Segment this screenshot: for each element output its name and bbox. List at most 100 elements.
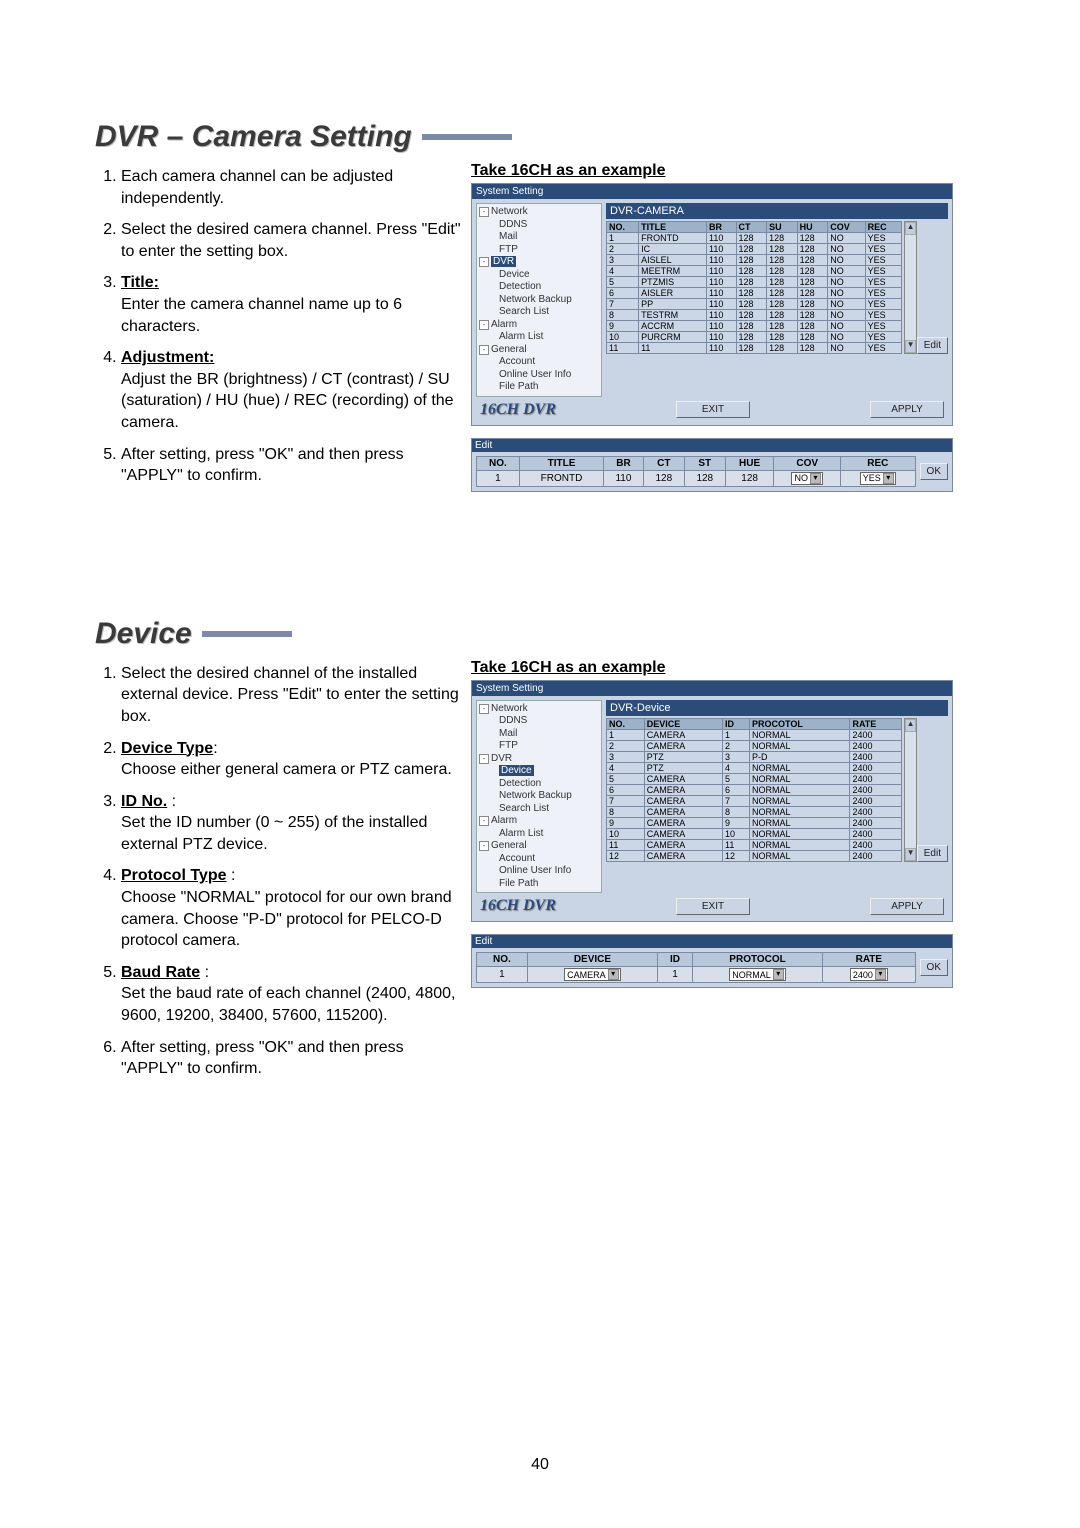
chevron-down-icon[interactable]: ▾ (773, 969, 784, 980)
tree-alarm[interactable]: Alarm (491, 319, 517, 330)
tree-mail[interactable]: Mail (479, 231, 599, 244)
col-no[interactable]: NO. (607, 222, 639, 233)
tree-filepath[interactable]: File Path (479, 381, 599, 394)
expand-icon[interactable]: - (479, 816, 489, 826)
edit-title-val[interactable]: FRONTD (519, 470, 603, 486)
expand-icon[interactable]: - (479, 207, 489, 217)
table-row[interactable]: 10PURCRM110128128128NOYES (607, 332, 902, 343)
col-rate[interactable]: RATE (850, 718, 902, 729)
edit-id[interactable]: 1 (658, 967, 693, 983)
col-device[interactable]: DEVICE (644, 718, 722, 729)
expand-icon[interactable]: - (479, 320, 489, 330)
tree-alarmlist[interactable]: Alarm List (479, 331, 599, 344)
tree-ddns[interactable]: DDNS (479, 715, 599, 728)
table-row[interactable]: 11CAMERA11NORMAL2400 (607, 839, 902, 850)
tree-networkbackup[interactable]: Network Backup (479, 294, 599, 307)
rec-dropdown[interactable]: YES ▾ (860, 472, 896, 485)
table-row[interactable]: 4PTZ4NORMAL2400 (607, 762, 902, 773)
exit-button[interactable]: EXIT (676, 401, 750, 418)
chevron-down-icon[interactable]: ▾ (883, 473, 894, 484)
expand-icon[interactable]: - (479, 345, 489, 355)
tree-dvr[interactable]: DVR (491, 256, 516, 267)
tree-general[interactable]: General (491, 344, 527, 355)
tree-network[interactable]: Network (491, 703, 528, 714)
table-row[interactable]: 5CAMERA5NORMAL2400 (607, 773, 902, 784)
tree-alarmlist[interactable]: Alarm List (479, 828, 599, 841)
tree-searchlist[interactable]: Search List (479, 306, 599, 319)
vertical-scrollbar[interactable]: ▲ ▼ (904, 718, 916, 862)
table-row[interactable]: 7PP110128128128NOYES (607, 299, 902, 310)
chevron-down-icon[interactable]: ▾ (810, 473, 821, 484)
tree-mail[interactable]: Mail (479, 728, 599, 741)
col-proto[interactable]: PROCOTOL (750, 718, 850, 729)
table-row[interactable]: 9CAMERA9NORMAL2400 (607, 817, 902, 828)
col-cov[interactable]: COV (828, 222, 865, 233)
col-su[interactable]: SU (767, 222, 798, 233)
edit-device[interactable]: CAMERA ▾ (527, 967, 657, 983)
tree-filepath[interactable]: File Path (479, 878, 599, 891)
edit-br[interactable]: 110 (604, 470, 644, 486)
chevron-down-icon[interactable]: ▾ (608, 969, 619, 980)
expand-icon[interactable]: - (479, 704, 489, 714)
scroll-down-icon[interactable]: ▼ (905, 848, 915, 861)
col-id[interactable]: ID (723, 718, 750, 729)
scroll-up-icon[interactable]: ▲ (905, 719, 915, 732)
col-br[interactable]: BR (707, 222, 737, 233)
edit-button[interactable]: Edit (917, 845, 948, 862)
tree-detection[interactable]: Detection (479, 281, 599, 294)
apply-button[interactable]: APPLY (870, 898, 944, 915)
tree-online[interactable]: Online User Info (479, 369, 599, 382)
tree-device[interactable]: Device (479, 269, 599, 282)
expand-icon[interactable]: - (479, 257, 489, 267)
tree-detection[interactable]: Detection (479, 778, 599, 791)
nav-tree[interactable]: -Network DDNS Mail FTP -DVR Device Detec… (476, 203, 602, 397)
table-row[interactable]: 1111110128128128NOYES (607, 343, 902, 354)
table-row[interactable]: 6CAMERA6NORMAL2400 (607, 784, 902, 795)
table-row[interactable]: 10CAMERA10NORMAL2400 (607, 828, 902, 839)
scroll-up-icon[interactable]: ▲ (905, 222, 915, 235)
table-row[interactable]: 12CAMERA12NORMAL2400 (607, 850, 902, 861)
table-row[interactable]: 9ACCRM110128128128NOYES (607, 321, 902, 332)
tree-alarm[interactable]: Alarm (491, 815, 517, 826)
table-row[interactable]: 8TESTRM110128128128NOYES (607, 310, 902, 321)
tree-account[interactable]: Account (479, 853, 599, 866)
cov-dropdown[interactable]: NO ▾ (791, 472, 823, 485)
edit-button[interactable]: Edit (917, 337, 948, 354)
col-ct[interactable]: CT (736, 222, 767, 233)
device-table[interactable]: NO. DEVICE ID PROCOTOL RATE 1CAMERA1NORM… (606, 718, 902, 862)
col-title[interactable]: TITLE (639, 222, 707, 233)
col-no[interactable]: NO. (607, 718, 645, 729)
ok-button[interactable]: OK (920, 959, 948, 976)
tree-ftp[interactable]: FTP (479, 740, 599, 753)
tree-dvr[interactable]: DVR (491, 753, 512, 764)
table-row[interactable]: 3PTZ3P-D2400 (607, 751, 902, 762)
tree-device[interactable]: Device (499, 765, 534, 776)
apply-button[interactable]: APPLY (870, 401, 944, 418)
edit-cov[interactable]: NO ▾ (774, 470, 841, 486)
col-rec[interactable]: REC (865, 222, 902, 233)
tree-ftp[interactable]: FTP (479, 244, 599, 257)
table-row[interactable]: 8CAMERA8NORMAL2400 (607, 806, 902, 817)
tree-networkbackup[interactable]: Network Backup (479, 790, 599, 803)
edit-hue[interactable]: 128 (725, 470, 774, 486)
edit-rate[interactable]: 2400 ▾ (823, 967, 915, 983)
table-row[interactable]: 7CAMERA7NORMAL2400 (607, 795, 902, 806)
edit-st[interactable]: 128 (684, 470, 725, 486)
table-row[interactable]: 2CAMERA2NORMAL2400 (607, 740, 902, 751)
edit-ct[interactable]: 128 (643, 470, 684, 486)
expand-icon[interactable]: - (479, 754, 489, 764)
tree-ddns[interactable]: DDNS (479, 219, 599, 232)
ok-button[interactable]: OK (920, 463, 948, 480)
camera-table[interactable]: NO. TITLE BR CT SU HU COV REC 1FRONTD110… (606, 221, 902, 354)
device-dropdown[interactable]: CAMERA ▾ (564, 968, 621, 981)
chevron-down-icon[interactable]: ▾ (875, 969, 886, 980)
tree-account[interactable]: Account (479, 356, 599, 369)
rate-dropdown[interactable]: 2400 ▾ (850, 968, 888, 981)
table-row[interactable]: 5PTZMIS110128128128NOYES (607, 277, 902, 288)
proto-dropdown[interactable]: NORMAL ▾ (729, 968, 786, 981)
table-row[interactable]: 1CAMERA1NORMAL2400 (607, 729, 902, 740)
scroll-down-icon[interactable]: ▼ (905, 340, 915, 353)
table-row[interactable]: 1FRONTD110128128128NOYES (607, 233, 902, 244)
vertical-scrollbar[interactable]: ▲ ▼ (904, 221, 916, 354)
tree-network[interactable]: Network (491, 206, 528, 217)
